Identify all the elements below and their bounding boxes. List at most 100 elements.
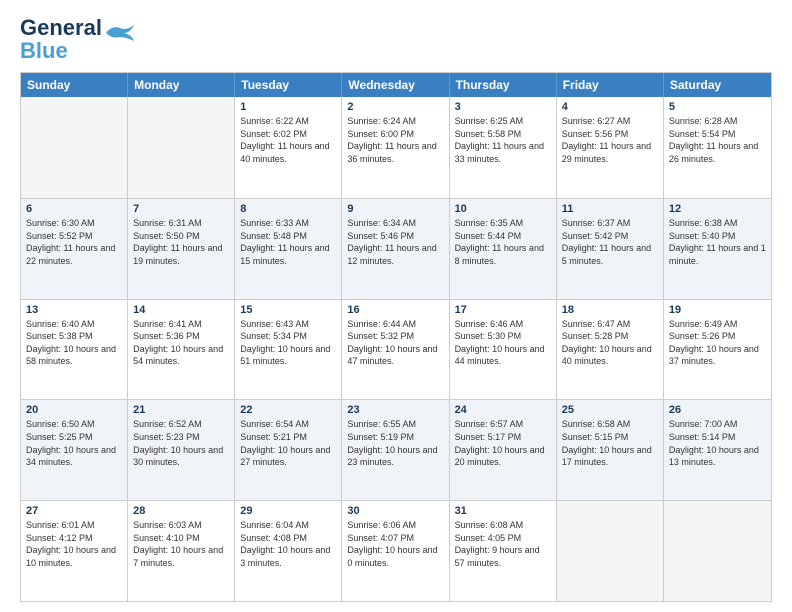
day-info: Sunrise: 6:24 AM Sunset: 6:00 PM Dayligh… bbox=[347, 115, 443, 165]
calendar-cell: 6 Sunrise: 6:30 AM Sunset: 5:52 PM Daylig… bbox=[21, 199, 128, 299]
logo-blue: Blue bbox=[20, 40, 68, 62]
day-info: Sunrise: 6:01 AM Sunset: 4:12 PM Dayligh… bbox=[26, 519, 122, 569]
day-info: Sunrise: 6:33 AM Sunset: 5:48 PM Dayligh… bbox=[240, 217, 336, 267]
calendar-week: 13 Sunrise: 6:40 AM Sunset: 5:38 PM Dayli… bbox=[21, 299, 771, 400]
day-number: 19 bbox=[669, 304, 766, 316]
header: General Blue bbox=[20, 16, 772, 62]
day-number: 10 bbox=[455, 203, 551, 215]
weekday-header: Wednesday bbox=[342, 73, 449, 97]
day-number: 13 bbox=[26, 304, 122, 316]
calendar: SundayMondayTuesdayWednesdayThursdayFrid… bbox=[20, 72, 772, 602]
calendar-cell: 4 Sunrise: 6:27 AM Sunset: 5:56 PM Daylig… bbox=[557, 97, 664, 198]
day-number: 15 bbox=[240, 304, 336, 316]
calendar-cell: 12 Sunrise: 6:38 AM Sunset: 5:40 PM Dayli… bbox=[664, 199, 771, 299]
weekday-header: Tuesday bbox=[235, 73, 342, 97]
day-info: Sunrise: 6:46 AM Sunset: 5:30 PM Dayligh… bbox=[455, 318, 551, 368]
calendar-cell: 11 Sunrise: 6:37 AM Sunset: 5:42 PM Dayli… bbox=[557, 199, 664, 299]
calendar-cell: 18 Sunrise: 6:47 AM Sunset: 5:28 PM Dayli… bbox=[557, 300, 664, 400]
day-info: Sunrise: 6:41 AM Sunset: 5:36 PM Dayligh… bbox=[133, 318, 229, 368]
day-info: Sunrise: 6:03 AM Sunset: 4:10 PM Dayligh… bbox=[133, 519, 229, 569]
day-number: 16 bbox=[347, 304, 443, 316]
day-info: Sunrise: 6:40 AM Sunset: 5:38 PM Dayligh… bbox=[26, 318, 122, 368]
day-info: Sunrise: 6:08 AM Sunset: 4:05 PM Dayligh… bbox=[455, 519, 551, 569]
day-number: 29 bbox=[240, 505, 336, 517]
day-number: 28 bbox=[133, 505, 229, 517]
calendar-cell: 24 Sunrise: 6:57 AM Sunset: 5:17 PM Dayli… bbox=[450, 400, 557, 500]
day-info: Sunrise: 6:54 AM Sunset: 5:21 PM Dayligh… bbox=[240, 418, 336, 468]
calendar-cell: 19 Sunrise: 6:49 AM Sunset: 5:26 PM Dayli… bbox=[664, 300, 771, 400]
calendar-cell: 21 Sunrise: 6:52 AM Sunset: 5:23 PM Dayli… bbox=[128, 400, 235, 500]
calendar-cell: 28 Sunrise: 6:03 AM Sunset: 4:10 PM Dayli… bbox=[128, 501, 235, 601]
day-info: Sunrise: 6:49 AM Sunset: 5:26 PM Dayligh… bbox=[669, 318, 766, 368]
calendar-cell: 29Sunrise: 6:04 AM Sunset: 4:08 PM Dayli… bbox=[235, 501, 342, 601]
calendar-cell bbox=[664, 501, 771, 601]
day-info: Sunrise: 6:44 AM Sunset: 5:32 PM Dayligh… bbox=[347, 318, 443, 368]
calendar-cell: 22 Sunrise: 6:54 AM Sunset: 5:21 PM Dayli… bbox=[235, 400, 342, 500]
calendar-week: 27 Sunrise: 6:01 AM Sunset: 4:12 PM Dayli… bbox=[21, 500, 771, 601]
day-number: 14 bbox=[133, 304, 229, 316]
day-number: 31 bbox=[455, 505, 551, 517]
weekday-header: Thursday bbox=[450, 73, 557, 97]
calendar-cell: 13 Sunrise: 6:40 AM Sunset: 5:38 PM Dayli… bbox=[21, 300, 128, 400]
day-info: Sunrise: 6:27 AM Sunset: 5:56 PM Dayligh… bbox=[562, 115, 658, 165]
day-number: 27 bbox=[26, 505, 122, 517]
calendar-cell: 14 Sunrise: 6:41 AM Sunset: 5:36 PM Dayli… bbox=[128, 300, 235, 400]
calendar-cell: 1Sunrise: 6:22 AM Sunset: 6:02 PM Daylig… bbox=[235, 97, 342, 198]
weekday-header: Sunday bbox=[21, 73, 128, 97]
day-number: 25 bbox=[562, 404, 658, 416]
day-info: Sunrise: 6:47 AM Sunset: 5:28 PM Dayligh… bbox=[562, 318, 658, 368]
calendar-cell: 9Sunrise: 6:34 AM Sunset: 5:46 PM Daylig… bbox=[342, 199, 449, 299]
calendar-cell: 27 Sunrise: 6:01 AM Sunset: 4:12 PM Dayli… bbox=[21, 501, 128, 601]
day-info: Sunrise: 6:50 AM Sunset: 5:25 PM Dayligh… bbox=[26, 418, 122, 468]
calendar-cell: 7 Sunrise: 6:31 AM Sunset: 5:50 PM Daylig… bbox=[128, 199, 235, 299]
day-number: 12 bbox=[669, 203, 766, 215]
day-info: Sunrise: 6:30 AM Sunset: 5:52 PM Dayligh… bbox=[26, 217, 122, 267]
calendar-header: SundayMondayTuesdayWednesdayThursdayFrid… bbox=[21, 73, 771, 97]
calendar-cell bbox=[557, 501, 664, 601]
calendar-cell bbox=[21, 97, 128, 198]
day-info: Sunrise: 6:52 AM Sunset: 5:23 PM Dayligh… bbox=[133, 418, 229, 468]
calendar-cell: 5 Sunrise: 6:28 AM Sunset: 5:54 PM Daylig… bbox=[664, 97, 771, 198]
calendar-cell bbox=[128, 97, 235, 198]
day-number: 11 bbox=[562, 203, 658, 215]
day-info: Sunrise: 6:06 AM Sunset: 4:07 PM Dayligh… bbox=[347, 519, 443, 569]
day-number: 23 bbox=[347, 404, 443, 416]
calendar-week: 20Sunrise: 6:50 AM Sunset: 5:25 PM Dayli… bbox=[21, 399, 771, 500]
day-info: Sunrise: 6:55 AM Sunset: 5:19 PM Dayligh… bbox=[347, 418, 443, 468]
calendar-cell: 3 Sunrise: 6:25 AM Sunset: 5:58 PM Daylig… bbox=[450, 97, 557, 198]
day-info: Sunrise: 6:38 AM Sunset: 5:40 PM Dayligh… bbox=[669, 217, 766, 267]
day-number: 24 bbox=[455, 404, 551, 416]
day-info: Sunrise: 6:57 AM Sunset: 5:17 PM Dayligh… bbox=[455, 418, 551, 468]
day-number: 2 bbox=[347, 101, 443, 113]
day-number: 9 bbox=[347, 203, 443, 215]
day-number: 6 bbox=[26, 203, 122, 215]
calendar-cell: 20Sunrise: 6:50 AM Sunset: 5:25 PM Dayli… bbox=[21, 400, 128, 500]
logo: General Blue bbox=[20, 16, 136, 62]
day-info: Sunrise: 6:37 AM Sunset: 5:42 PM Dayligh… bbox=[562, 217, 658, 267]
page: General Blue SundayMondayTuesdayWednesda… bbox=[0, 0, 792, 612]
day-info: Sunrise: 6:31 AM Sunset: 5:50 PM Dayligh… bbox=[133, 217, 229, 267]
day-number: 21 bbox=[133, 404, 229, 416]
calendar-cell: 10 Sunrise: 6:35 AM Sunset: 5:44 PM Dayli… bbox=[450, 199, 557, 299]
day-number: 18 bbox=[562, 304, 658, 316]
logo-bird-icon bbox=[104, 23, 136, 48]
day-info: Sunrise: 6:25 AM Sunset: 5:58 PM Dayligh… bbox=[455, 115, 551, 165]
calendar-body: 1Sunrise: 6:22 AM Sunset: 6:02 PM Daylig… bbox=[21, 97, 771, 601]
day-number: 30 bbox=[347, 505, 443, 517]
day-info: Sunrise: 6:22 AM Sunset: 6:02 PM Dayligh… bbox=[240, 115, 336, 165]
day-info: Sunrise: 6:28 AM Sunset: 5:54 PM Dayligh… bbox=[669, 115, 766, 165]
logo-text: General bbox=[20, 16, 102, 40]
calendar-cell: 15Sunrise: 6:43 AM Sunset: 5:34 PM Dayli… bbox=[235, 300, 342, 400]
day-number: 7 bbox=[133, 203, 229, 215]
calendar-cell: 30 Sunrise: 6:06 AM Sunset: 4:07 PM Dayli… bbox=[342, 501, 449, 601]
calendar-cell: 17 Sunrise: 6:46 AM Sunset: 5:30 PM Dayli… bbox=[450, 300, 557, 400]
day-number: 4 bbox=[562, 101, 658, 113]
day-info: Sunrise: 7:00 AM Sunset: 5:14 PM Dayligh… bbox=[669, 418, 766, 468]
day-number: 17 bbox=[455, 304, 551, 316]
day-number: 3 bbox=[455, 101, 551, 113]
day-info: Sunrise: 6:35 AM Sunset: 5:44 PM Dayligh… bbox=[455, 217, 551, 267]
weekday-header: Saturday bbox=[664, 73, 771, 97]
calendar-cell: 23 Sunrise: 6:55 AM Sunset: 5:19 PM Dayli… bbox=[342, 400, 449, 500]
day-number: 22 bbox=[240, 404, 336, 416]
day-number: 5 bbox=[669, 101, 766, 113]
